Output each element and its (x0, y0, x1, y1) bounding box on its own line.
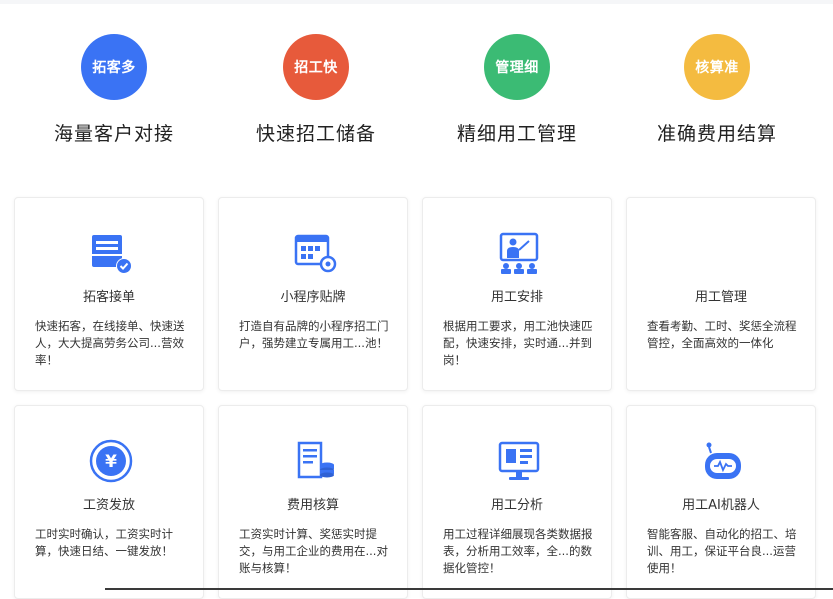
presentation-icon (499, 232, 539, 274)
card-management[interactable]: 用工管理 查看考勤、工时、奖惩全流程管控，全面高效的一体化 (626, 197, 816, 391)
monitor-chart-icon (498, 441, 540, 480)
card-description: 根据用工要求，用工池快速匹配，快速安排，实时通...并到岗！ (443, 319, 593, 367)
card-expense[interactable]: 费用核算 工资实时计算、奖惩实时提交，与用工企业的费用在...对账与核算！ (218, 405, 408, 599)
card-analysis[interactable]: 用工分析 用工过程详细展现各类数据报表，分析用工效率，全...的数据化管控！ (422, 405, 612, 599)
card-title: 拓客接单 (82, 290, 135, 305)
card-arrangement[interactable]: 用工安排 根据用工要求，用工池快速匹配，快速安排，实时通...并到岗！ (422, 197, 612, 391)
robot-icon (705, 442, 741, 479)
card-mini-program[interactable]: 小程序贴牌 打造自有品牌的小程序招工门户，强势建立专属用工...池！ (218, 197, 408, 391)
card-title: 工资发放 (82, 498, 135, 513)
card-title: 用工安排 (490, 290, 543, 305)
card-title: 用工管理 (694, 290, 747, 305)
card-description: 工资实时计算、奖惩实时提交，与用工企业的费用在...对账与核算！ (239, 527, 388, 575)
feature-badge: 招工快 (283, 34, 349, 100)
feature-highlights: 拓客多 海量客户对接 招工快 快速招工储备 管理细 精细用工管理 核算准 准确费… (0, 0, 833, 190)
feature-title: 精细用工管理 (456, 123, 577, 145)
yuan-coin-icon: ¥ (89, 439, 133, 483)
feature-customers: 拓客多 海量客户对接 (14, 34, 214, 146)
feature-recruit: 招工快 快速招工储备 (216, 34, 416, 146)
card-title: 小程序贴牌 (280, 290, 346, 305)
mini-program-icon (294, 234, 337, 273)
card-payroll[interactable]: ¥ 工资发放 工时实时确认，工资实时计算，快速日结、一键发放！ (14, 405, 204, 599)
feature-badge: 核算准 (684, 34, 750, 100)
card-description: 快速拓客，在线接单、快速送人，大大提高劳务公司...营效率！ (35, 319, 185, 367)
order-card-icon (92, 235, 132, 274)
card-title: 费用核算 (286, 498, 339, 513)
card-description: 用工过程详细展现各类数据报表，分析用工效率，全...的数据化管控！ (443, 527, 593, 575)
card-order[interactable]: 拓客接单 快速拓客，在线接单、快速送人，大大提高劳务公司...营效率！ (14, 197, 204, 391)
card-title: 用工分析 (490, 498, 543, 513)
card-title: 用工AI机器人 (682, 498, 760, 513)
card-description: 工时实时确认，工资实时计算，快速日结、一键发放！ (35, 527, 173, 558)
feature-badge: 拓客多 (81, 34, 147, 100)
card-ai-robot[interactable]: 用工AI机器人 智能客服、自动化的招工、培训、用工，保证平台良...运营使用！ (626, 405, 816, 599)
expense-doc-icon (297, 441, 334, 479)
feature-title: 快速招工储备 (255, 123, 376, 145)
feature-badge: 管理细 (484, 34, 550, 100)
card-description: 打造自有品牌的小程序招工门户，强势建立专属用工...池！ (239, 319, 389, 350)
svg-text:¥: ¥ (105, 452, 117, 472)
card-description: 查看考勤、工时、奖惩全流程管控，全面高效的一体化 (647, 319, 797, 350)
feature-settlement: 核算准 准确费用结算 (617, 34, 817, 146)
feature-title: 准确费用结算 (656, 123, 777, 145)
feature-management: 管理细 精细用工管理 (417, 34, 617, 146)
card-description: 智能客服、自动化的招工、培训、用工，保证平台良...运营使用！ (647, 527, 797, 575)
feature-title: 海量客户对接 (53, 123, 174, 145)
